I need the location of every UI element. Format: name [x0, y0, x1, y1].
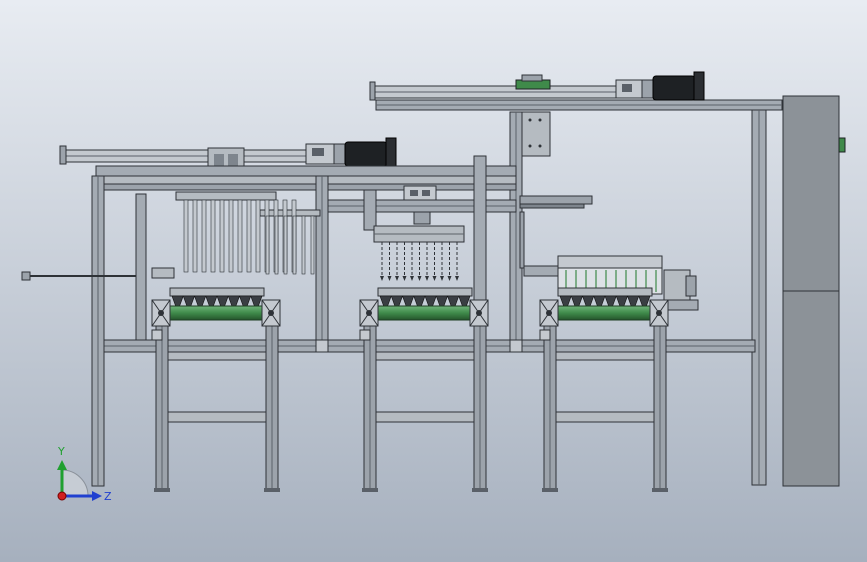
triad-z-label: Z: [104, 490, 112, 503]
cad-viewport[interactable]: Y Z: [0, 0, 867, 562]
viewport-background: [0, 0, 867, 562]
machine-assembly-drawing: Y Z: [0, 0, 867, 562]
cabinet-handle: [838, 137, 846, 153]
control-cabinet[interactable]: [782, 95, 846, 487]
triad-y-label: Y: [57, 445, 65, 458]
